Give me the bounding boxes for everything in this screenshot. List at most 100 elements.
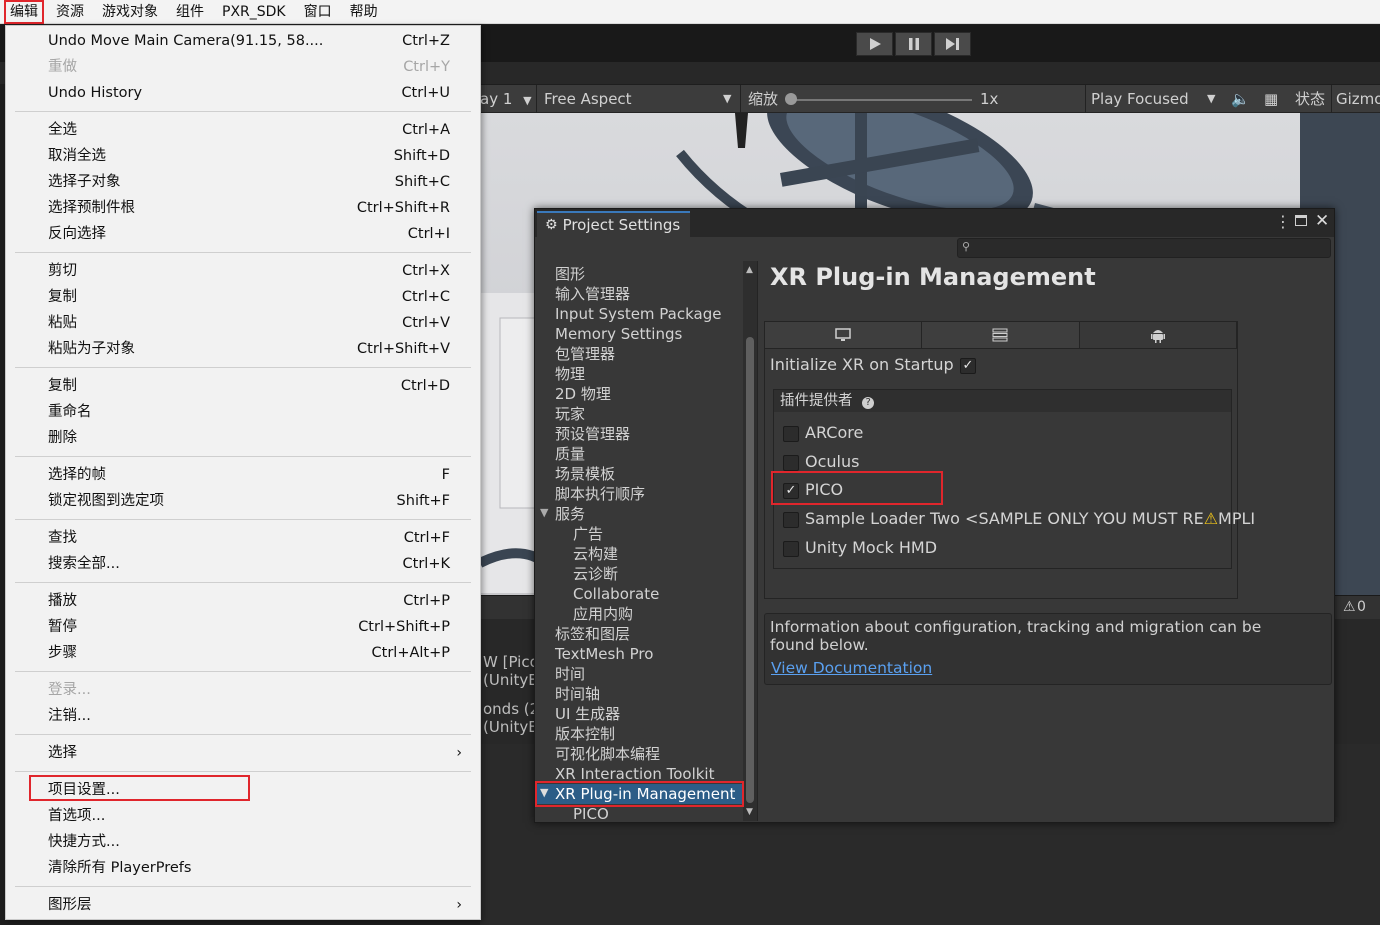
scrollbar-thumb[interactable] [746,337,754,803]
menu-edit[interactable]: 编辑 [4,0,44,24]
menu-item-paste-as-child[interactable]: 粘贴为子对象 Ctrl+Shift+V [6,336,480,362]
nav-item[interactable]: 2D 物理 [555,384,611,404]
nav-item[interactable]: 包管理器 [555,344,615,364]
display-dropdown[interactable]: ay 1 ▼ [480,85,532,113]
tab-standalone[interactable] [765,322,923,348]
scale-slider-handle[interactable] [785,93,797,105]
nav-item[interactable]: 标签和图层 [555,624,630,644]
nav-item[interactable]: TextMesh Pro [555,644,653,664]
nav-item[interactable]: 图形 [555,264,585,284]
mute-audio-icon[interactable]: 🔈 [1231,85,1250,113]
menu-item-paste[interactable]: 粘贴 Ctrl+V [6,310,480,336]
nav-item[interactable]: 脚本执行顺序 [555,484,645,504]
expand-icon[interactable]: ▼ [540,506,548,519]
nav-item[interactable]: 预设管理器 [555,424,630,444]
nav-item[interactable]: 时间 [555,664,585,684]
menu-item-preferences[interactable]: 首选项... [6,803,480,829]
console-entry[interactable]: onds (2 [483,700,539,718]
menu-item-copy[interactable]: 复制 Ctrl+C [6,284,480,310]
close-icon[interactable]: ✕ [1315,211,1329,231]
nav-item[interactable]: 时间轴 [555,684,600,704]
menu-item-invert-selection[interactable]: 反向选择 Ctrl+I [6,221,480,247]
oculus-checkbox[interactable] [783,455,799,471]
menu-item-pause[interactable]: 暂停 Ctrl+Shift+P [6,614,480,640]
play-mode-dropdown[interactable]: Play Focused [1091,85,1189,113]
menu-item-undo-history[interactable]: Undo History Ctrl+U [6,80,480,106]
menu-help[interactable]: 帮助 [344,0,384,24]
nav-item[interactable]: 服务 [555,504,585,524]
warning-icon[interactable]: ⚠ [1343,599,1356,615]
menu-item-rename[interactable]: 重命名 [6,399,480,425]
init-xr-checkbox[interactable]: ✓ [960,358,976,374]
menu-pxr-sdk[interactable]: PXR_SDK [216,0,292,24]
menu-item-find[interactable]: 查找 Ctrl+F [6,525,480,551]
mock-hmd-checkbox[interactable] [783,541,799,557]
menu-assets[interactable]: 资源 [50,0,90,24]
nav-item[interactable]: 应用内购 [573,604,633,624]
nav-item[interactable]: 云构建 [573,544,618,564]
android-icon [1150,330,1165,343]
menu-item-lock-view[interactable]: 锁定视图到选定项 Shift+F [6,488,480,514]
menu-item-select-children[interactable]: 选择子对象 Shift+C [6,169,480,195]
menu-item-search-all[interactable]: 搜索全部... Ctrl+K [6,551,480,577]
menu-item-duplicate[interactable]: 复制 Ctrl+D [6,373,480,399]
menu-item-cut[interactable]: 剪切 Ctrl+X [6,258,480,284]
view-documentation-link[interactable]: View Documentation [771,659,932,677]
menu-item-undo[interactable]: Undo Move Main Camera(91.15, 58.... Ctrl+… [6,28,480,54]
nav-item[interactable]: 可视化脚本编程 [555,744,660,764]
menu-item-clear-playerprefs[interactable]: 清除所有 PlayerPrefs [6,855,480,881]
menu-item-selection[interactable]: 选择 › [6,740,480,766]
help-icon[interactable]: ? [862,397,875,409]
nav-item[interactable]: Collaborate [573,584,659,604]
gizmos-button[interactable]: Gizmo [1336,85,1380,113]
menu-item-delete[interactable]: 删除 [6,425,480,451]
nav-item[interactable]: 输入管理器 [555,284,630,304]
nav-item[interactable]: Memory Settings [555,324,682,344]
menu-item-label: 查找 [48,530,77,546]
aspect-dropdown[interactable]: Free Aspect [544,85,632,113]
menu-window[interactable]: 窗口 [298,0,338,24]
menu-component[interactable]: 组件 [170,0,210,24]
play-button[interactable] [856,32,893,56]
scroll-down-icon[interactable]: ▼ [746,807,753,817]
menu-item-label: 重命名 [48,404,92,420]
nav-item[interactable]: 质量 [555,444,585,464]
menu-item-select-prefab-root[interactable]: 选择预制件根 Ctrl+Shift+R [6,195,480,221]
menu-item-shortcut: Ctrl+P [403,593,450,609]
nav-item[interactable]: 物理 [555,364,585,384]
menu-item-graphics-tier[interactable]: 图形层 › [6,892,480,918]
console-entry[interactable]: W [Pico [483,653,539,671]
nav-item[interactable]: 版本控制 [555,724,615,744]
console-entry[interactable]: (UnityE [483,718,538,736]
stats-button[interactable]: 状态 [1295,85,1325,113]
menu-item-select-all[interactable]: 全选 Ctrl+A [6,117,480,143]
nav-item[interactable]: 云诊断 [573,564,618,584]
chevron-down-icon: ▼ [723,92,732,105]
menu-gameobject[interactable]: 游戏对象 [96,0,164,24]
sample-loader-checkbox[interactable] [783,512,799,528]
tab-android[interactable] [1079,322,1237,348]
pause-button[interactable] [895,32,932,56]
menu-item-play[interactable]: 播放 Ctrl+P [6,588,480,614]
settings-search-input[interactable]: ⚲ [957,238,1331,258]
nav-item[interactable]: UI 生成器 [555,704,620,724]
scroll-up-icon[interactable]: ▲ [746,265,753,275]
nav-item[interactable]: 玩家 [555,404,585,424]
menu-item-step[interactable]: 步骤 Ctrl+Alt+P [6,640,480,666]
window-tab[interactable]: ⚙ Project Settings [537,211,691,237]
maximize-icon[interactable] [1295,215,1307,226]
tab-server[interactable] [922,322,1080,348]
nav-item[interactable]: Input System Package [555,304,722,324]
scale-slider-track[interactable] [792,99,972,101]
step-button[interactable] [934,32,971,56]
menu-item-shortcuts[interactable]: 快捷方式... [6,829,480,855]
nav-item[interactable]: 场景模板 [555,464,615,484]
console-entry[interactable]: (UnityE [483,671,538,689]
nav-item[interactable]: 广告 [573,524,603,544]
menu-item-sign-out[interactable]: 注销... [6,703,480,729]
grid-icon[interactable]: ▦ [1264,85,1278,113]
menu-item-frame-selected[interactable]: 选择的帧 F [6,462,480,488]
more-options-icon[interactable]: ⋮ [1275,212,1291,231]
arcore-checkbox[interactable] [783,426,799,442]
menu-item-deselect-all[interactable]: 取消全选 Shift+D [6,143,480,169]
